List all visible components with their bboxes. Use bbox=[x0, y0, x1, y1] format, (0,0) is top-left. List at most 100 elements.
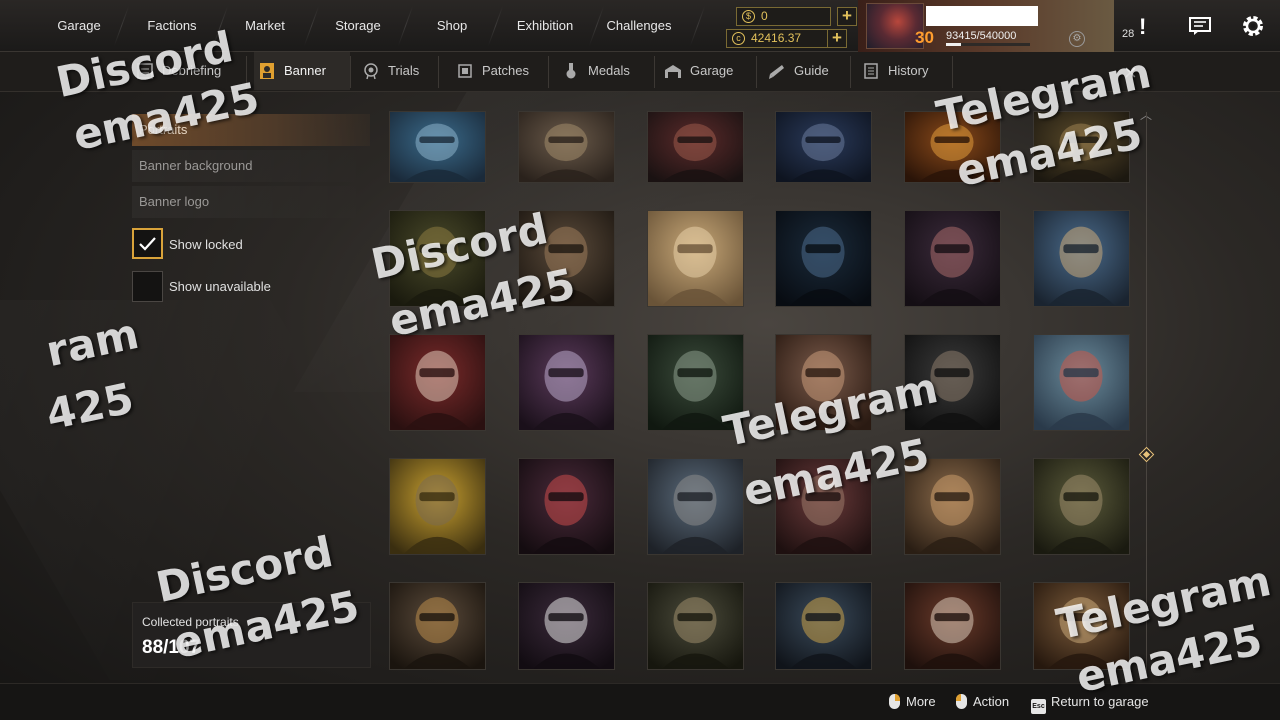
scrollbar-thumb[interactable] bbox=[1138, 446, 1155, 463]
portrait-image bbox=[905, 112, 1000, 182]
portrait-card[interactable] bbox=[647, 111, 744, 183]
tab-banner[interactable]: Banner bbox=[254, 52, 350, 90]
portrait-image bbox=[519, 583, 614, 669]
notification-count: 28 bbox=[1122, 28, 1135, 40]
portrait-image bbox=[390, 211, 485, 306]
menu-banner-logo[interactable]: Banner logo bbox=[132, 186, 370, 218]
tab-history[interactable]: History bbox=[858, 52, 950, 90]
portrait-card[interactable] bbox=[1033, 582, 1130, 670]
portrait-card[interactable] bbox=[518, 210, 615, 307]
action-hint[interactable]: Action bbox=[956, 694, 1009, 709]
close-icon[interactable]: × bbox=[1124, 60, 1137, 86]
portrait-image bbox=[519, 459, 614, 554]
portrait-image bbox=[776, 583, 871, 669]
portrait-card[interactable] bbox=[775, 111, 872, 183]
tab-debriefing[interactable]: Debriefing bbox=[132, 52, 246, 90]
nav-separator bbox=[487, 6, 504, 46]
portrait-card[interactable] bbox=[775, 582, 872, 670]
scrollbar-track[interactable] bbox=[1146, 112, 1147, 672]
portrait-card[interactable] bbox=[647, 334, 744, 431]
nav-separator bbox=[397, 6, 414, 46]
portrait-image bbox=[1034, 335, 1129, 430]
portrait-image bbox=[1034, 211, 1129, 306]
portrait-image bbox=[648, 583, 743, 669]
portrait-card[interactable] bbox=[518, 582, 615, 670]
tab-guide-label: Guide bbox=[794, 63, 829, 78]
collected-portraits-label: Collected portraits bbox=[142, 615, 239, 629]
portrait-card[interactable] bbox=[518, 111, 615, 183]
portrait-card[interactable] bbox=[647, 210, 744, 307]
portrait-card[interactable] bbox=[1033, 111, 1130, 183]
nav-market[interactable]: Market bbox=[237, 0, 293, 52]
nav-separator bbox=[303, 6, 320, 46]
portrait-card[interactable] bbox=[518, 334, 615, 431]
gold-amount: 0 bbox=[761, 9, 768, 23]
portrait-image bbox=[390, 459, 485, 554]
nav-factions[interactable]: Factions bbox=[139, 0, 205, 52]
show-unavailable-checkbox[interactable] bbox=[132, 271, 163, 302]
settings-gear-icon[interactable] bbox=[1240, 13, 1266, 39]
patches-icon bbox=[458, 64, 472, 78]
return-to-garage-label: Return to garage bbox=[1051, 694, 1149, 709]
portrait-card[interactable] bbox=[518, 458, 615, 555]
debriefing-icon bbox=[137, 63, 153, 79]
history-icon bbox=[864, 63, 878, 79]
notification-icon[interactable]: ! bbox=[1139, 14, 1146, 40]
tab-trials-label: Trials bbox=[388, 63, 420, 78]
portrait-card[interactable] bbox=[647, 582, 744, 670]
tab-guide[interactable]: Guide bbox=[764, 52, 850, 90]
portrait-card[interactable] bbox=[904, 111, 1001, 183]
menu-banner-background[interactable]: Banner background bbox=[132, 150, 370, 182]
portrait-card[interactable] bbox=[389, 111, 486, 183]
xp-progress-text: 93415/540000 bbox=[946, 30, 1017, 42]
portrait-card[interactable] bbox=[775, 210, 872, 307]
portrait-card[interactable] bbox=[1033, 334, 1130, 431]
tab-separator bbox=[952, 56, 953, 88]
nav-challenges[interactable]: Challenges bbox=[601, 0, 677, 52]
profile-info-icon[interactable]: ⚙ bbox=[1069, 31, 1085, 47]
portrait-card[interactable] bbox=[775, 458, 872, 555]
return-to-garage-hint[interactable]: Esc Return to garage bbox=[1031, 694, 1149, 714]
nav-shop[interactable]: Shop bbox=[430, 0, 474, 52]
nav-exhibition[interactable]: Exhibition bbox=[510, 0, 580, 52]
portrait-card[interactable] bbox=[647, 458, 744, 555]
menu-portraits[interactable]: Portraits bbox=[132, 114, 370, 146]
portrait-image bbox=[1034, 583, 1129, 669]
show-locked-checkbox[interactable] bbox=[132, 228, 163, 259]
tab-separator bbox=[756, 56, 757, 88]
portrait-card[interactable] bbox=[904, 582, 1001, 670]
tab-trials[interactable]: Trials bbox=[358, 52, 438, 90]
portrait-card[interactable] bbox=[775, 334, 872, 431]
nav-garage[interactable]: Garage bbox=[50, 0, 108, 52]
portrait-image bbox=[905, 211, 1000, 306]
portrait-image bbox=[776, 335, 871, 430]
portrait-card[interactable] bbox=[389, 334, 486, 431]
portrait-card[interactable] bbox=[1033, 458, 1130, 555]
portrait-image bbox=[648, 112, 743, 182]
portrait-image bbox=[519, 211, 614, 306]
tab-medals[interactable]: Medals bbox=[558, 52, 650, 90]
add-gold-button[interactable]: + bbox=[837, 7, 857, 26]
tab-banner-label: Banner bbox=[284, 63, 326, 78]
tab-patches[interactable]: Patches bbox=[452, 52, 548, 90]
xp-progress-fill bbox=[946, 43, 961, 46]
banner-icon bbox=[260, 63, 274, 79]
tab-garage[interactable]: Garage bbox=[660, 52, 756, 90]
bottom-hint-bar: More Action Esc Return to garage bbox=[0, 683, 1280, 720]
portrait-card[interactable] bbox=[904, 458, 1001, 555]
portrait-card[interactable] bbox=[904, 334, 1001, 431]
xp-progress-bar bbox=[946, 43, 1030, 46]
garage-icon bbox=[665, 65, 681, 78]
chat-icon[interactable] bbox=[1189, 17, 1211, 35]
collected-portraits-panel: Collected portraits 88/107 bbox=[132, 602, 371, 668]
portrait-card[interactable] bbox=[389, 458, 486, 555]
portrait-card[interactable] bbox=[1033, 210, 1130, 307]
portrait-image bbox=[1034, 112, 1129, 182]
tab-patches-label: Patches bbox=[482, 63, 529, 78]
portrait-card[interactable] bbox=[904, 210, 1001, 307]
add-coins-button[interactable]: + bbox=[827, 29, 847, 48]
more-hint[interactable]: More bbox=[889, 694, 936, 709]
portrait-card[interactable] bbox=[389, 210, 486, 307]
nav-storage[interactable]: Storage bbox=[327, 0, 389, 52]
portrait-card[interactable] bbox=[389, 582, 486, 670]
